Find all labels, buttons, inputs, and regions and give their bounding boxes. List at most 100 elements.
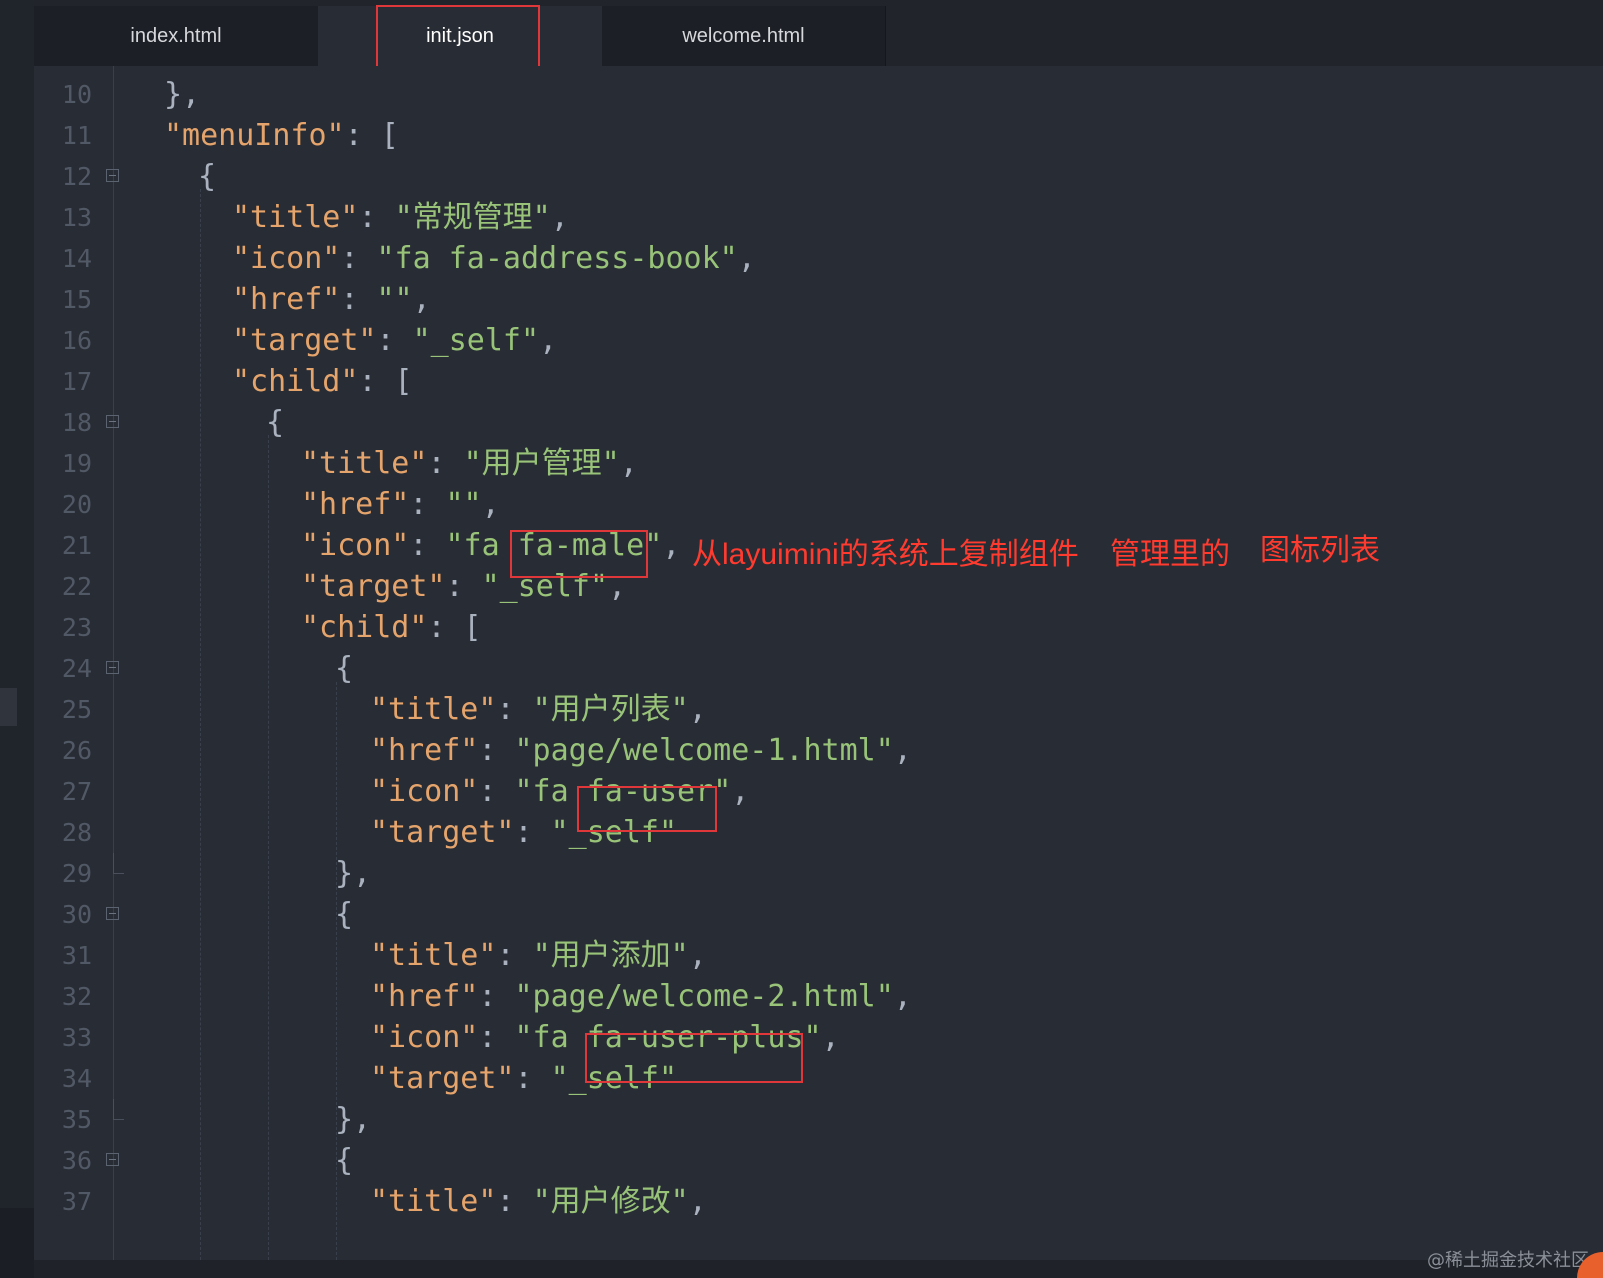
line-number: 32 [61, 982, 92, 1011]
status-bar [34, 1260, 1603, 1278]
line-number: 35 [61, 1105, 92, 1134]
json-key: "menuInfo" [164, 118, 345, 153]
code-text: "target": "_self", [232, 323, 558, 358]
line-number: 12 [61, 162, 92, 191]
json-key: "href" [370, 979, 479, 1014]
line-number: 10 [61, 80, 92, 109]
code-text: "child": [ [232, 361, 413, 403]
code-text: }, [335, 1102, 372, 1137]
json-string: "用户修改" [532, 1184, 689, 1219]
line-number: 13 [61, 203, 92, 232]
line-number: 17 [61, 367, 92, 396]
code-text: { [266, 405, 285, 440]
watermark: @稀土掘金技术社区 [1427, 1250, 1589, 1271]
code-line: 30 { [34, 894, 1603, 936]
code-text: "title": "常规管理", [232, 200, 569, 235]
fold-toggle-icon[interactable] [106, 1153, 119, 1166]
code-line: 36 { [34, 1140, 1603, 1182]
code-text: "title": "用户列表", [370, 692, 707, 727]
fold-toggle-icon[interactable] [106, 661, 119, 674]
line-number: 34 [61, 1064, 92, 1093]
code-text: "href": "page/welcome-2.html", [370, 979, 912, 1014]
line-number: 36 [61, 1146, 92, 1175]
line-number: 16 [61, 326, 92, 355]
json-string: "page/welcome-2.html" [514, 979, 894, 1014]
annotation-text: 从layuimini的系统上复制组件 [692, 538, 1079, 571]
code-text: "href": "", [301, 487, 500, 522]
scroll-marker [0, 688, 17, 726]
line-number: 20 [61, 490, 92, 519]
left-activity-strip [0, 0, 34, 1278]
fold-toggle-icon[interactable] [106, 907, 119, 920]
code-text: "icon": "fa fa-user-plus", [370, 1020, 840, 1055]
line-number: 24 [61, 654, 92, 683]
json-string: "_self" [481, 569, 609, 604]
json-key: "title" [370, 692, 497, 727]
fold-end-marker [113, 1099, 124, 1120]
fold-toggle-icon[interactable] [106, 415, 119, 428]
code-line: 35 }, [34, 1099, 1603, 1141]
line-number: 14 [61, 244, 92, 273]
code-text: { [335, 651, 354, 686]
json-string: "用户列表" [532, 692, 689, 727]
json-punct: : [ [358, 364, 413, 399]
tab-index-html[interactable]: index.html [34, 6, 318, 66]
line-number: 26 [61, 736, 92, 765]
code-text: "title": "用户修改", [370, 1184, 707, 1219]
json-string-highlighted: fa-user [586, 774, 714, 809]
tab-label: init.json [426, 24, 494, 47]
code-text: "target": "_self" [370, 1061, 678, 1096]
json-key: "child" [232, 364, 359, 399]
code-text: "icon": "fa fa-male", [301, 528, 681, 563]
tab-welcome-html[interactable]: welcome.html [602, 6, 886, 66]
code-text: }, [164, 77, 201, 112]
code-text: "icon": "fa fa-user", [370, 774, 750, 809]
json-key: "target" [232, 323, 377, 358]
json-string-highlighted: fa-user-plus [586, 1020, 804, 1055]
code-text: }, [335, 856, 372, 891]
code-text: "target": "_self", [301, 569, 627, 604]
code-line: 14 "icon": "fa fa-address-book", [34, 238, 1603, 280]
code-text: "title": "用户管理", [301, 446, 638, 481]
tab-init-json[interactable]: init.json [318, 6, 602, 66]
line-number: 25 [61, 695, 92, 724]
json-string: "" [376, 282, 413, 317]
code-line: 31 "title": "用户添加", [34, 935, 1603, 977]
json-key: "target" [370, 815, 515, 850]
json-string: "fa [514, 774, 587, 809]
line-number: 28 [61, 818, 92, 847]
line-number: 23 [61, 613, 92, 642]
json-key: "title" [232, 200, 359, 235]
code-line: 23 "child": [ [34, 607, 1603, 649]
json-string: "常规管理" [394, 200, 551, 235]
line-number: 31 [61, 941, 92, 970]
code-editor[interactable]: 10 }, 11 "menuInfo": [ 12 { 13 "title": … [34, 66, 1603, 1260]
code-text: "menuInfo": [ [164, 115, 399, 157]
code-line: 32 "href": "page/welcome-2.html", [34, 976, 1603, 1018]
code-text: { [335, 897, 354, 932]
json-string: " [713, 774, 732, 809]
json-key: "icon" [301, 528, 410, 563]
annotation-text: 管理里的 [1110, 538, 1230, 571]
json-string: "_self" [412, 323, 540, 358]
json-string-highlighted: fa-male [517, 528, 645, 563]
json-string: " [803, 1020, 822, 1055]
json-key: "title" [301, 446, 428, 481]
code-line: 15 "href": "", [34, 279, 1603, 321]
json-string: "用户添加" [532, 938, 689, 973]
tab-label: welcome.html [682, 24, 805, 47]
code-line: 19 "title": "用户管理", [34, 443, 1603, 485]
code-line: 11 "menuInfo": [ [34, 115, 1603, 157]
code-text: "title": "用户添加", [370, 938, 707, 973]
fold-toggle-icon[interactable] [106, 169, 119, 182]
line-number: 11 [61, 121, 92, 150]
annotation-text: 图标列表 [1260, 534, 1380, 567]
code-text: { [198, 159, 217, 194]
json-key: "icon" [232, 241, 341, 276]
code-text: "target": "_self" [370, 815, 678, 850]
line-number: 29 [61, 859, 92, 888]
json-key: "target" [301, 569, 446, 604]
line-number: 21 [61, 531, 92, 560]
code-line: 12 { [34, 156, 1603, 198]
json-string: "page/welcome-1.html" [514, 733, 894, 768]
